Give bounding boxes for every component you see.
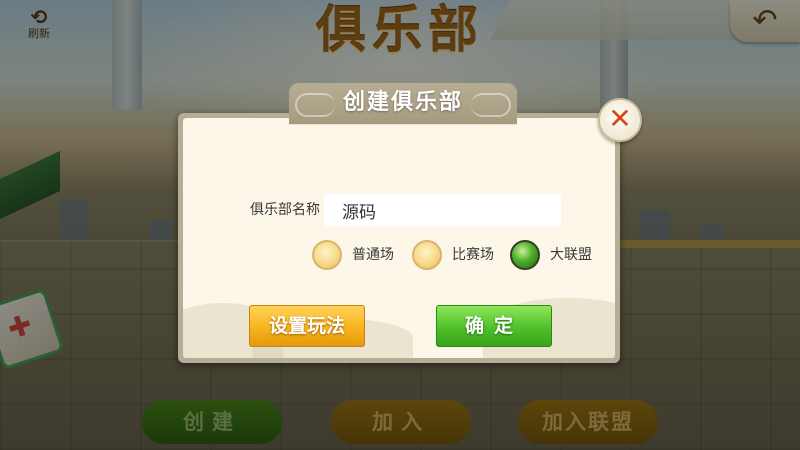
club-name-input[interactable] xyxy=(324,194,561,226)
radio-match-label[interactable]: 比赛场 xyxy=(452,244,494,266)
radio-match[interactable] xyxy=(412,240,442,270)
set-rules-button[interactable]: 设置玩法 xyxy=(249,305,365,347)
radio-alliance-label[interactable]: 大联盟 xyxy=(550,244,592,266)
dialog-title: 创建俱乐部 xyxy=(342,90,463,115)
close-button[interactable]: ✕ xyxy=(598,98,642,142)
radio-alliance[interactable] xyxy=(510,240,540,270)
club-name-label: 俱乐部名称 xyxy=(250,202,320,218)
radio-normal-label[interactable]: 普通场 xyxy=(352,244,394,266)
create-club-dialog xyxy=(178,113,620,363)
close-icon: ✕ xyxy=(608,102,632,135)
radio-normal[interactable] xyxy=(312,240,342,270)
confirm-button[interactable]: 确定 xyxy=(436,305,552,347)
